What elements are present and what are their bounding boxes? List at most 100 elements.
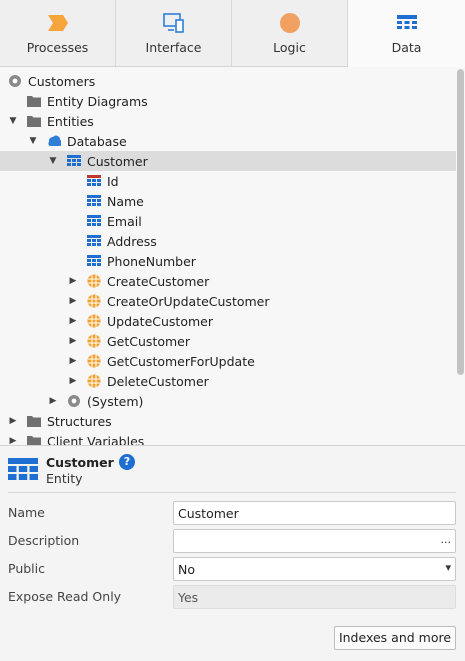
- collapse-arrow-icon[interactable]: ▶: [68, 371, 78, 391]
- entity-icon: [8, 458, 38, 480]
- name-input[interactable]: Customer: [173, 501, 456, 525]
- tree-item-attribute-address[interactable]: Address: [0, 231, 456, 251]
- attribute-icon: [87, 194, 101, 208]
- folder-icon: [27, 94, 41, 108]
- tree-item-attribute-name[interactable]: Name: [0, 191, 456, 211]
- entity-action-icon: [87, 314, 101, 328]
- tree-item-label: Structures: [47, 413, 112, 429]
- module-icon: [8, 74, 22, 88]
- tree-item-label: UpdateCustomer: [107, 313, 213, 329]
- tree-item-client-variables[interactable]: ▶ Client Variables: [0, 431, 456, 445]
- tree-item-action-updatecustomer[interactable]: ▶ UpdateCustomer: [0, 311, 456, 331]
- property-label: Expose Read Only: [8, 589, 122, 604]
- tree-item-label: Database: [67, 133, 127, 149]
- properties-header: Customer ? Entity: [8, 454, 448, 488]
- collapse-arrow-icon[interactable]: ▶: [68, 351, 78, 371]
- expand-arrow-icon[interactable]: ▼: [28, 131, 38, 151]
- collapse-arrow-icon[interactable]: ▶: [48, 391, 58, 411]
- attribute-icon: [87, 234, 101, 248]
- expose-read-only-value: Yes: [178, 590, 199, 605]
- tree-item-attribute-email[interactable]: Email: [0, 211, 456, 231]
- tree-item-entities[interactable]: ▼ Entities: [0, 111, 456, 131]
- logic-icon: [279, 13, 300, 33]
- folder-icon: [27, 434, 41, 445]
- tree-item-label: Entity Diagrams: [47, 93, 148, 109]
- entity-action-icon: [87, 354, 101, 368]
- tree-item-label: Id: [107, 173, 119, 189]
- tab-logic[interactable]: Logic: [232, 0, 348, 66]
- entity-action-icon: [87, 274, 101, 288]
- interface-icon: [162, 13, 184, 33]
- expand-arrow-icon[interactable]: ▼: [8, 111, 18, 131]
- folder-icon: [27, 114, 41, 128]
- tree-item-database[interactable]: ▼ Database: [0, 131, 456, 151]
- tree-item-label: Customers: [28, 73, 96, 89]
- public-select[interactable]: No ▾: [173, 557, 456, 581]
- properties-title: Customer: [46, 455, 114, 470]
- tree-item-label: Email: [107, 213, 142, 229]
- expose-read-only-field: Yes: [173, 585, 456, 609]
- collapse-arrow-icon[interactable]: ▶: [8, 411, 18, 431]
- tree-item-action-getcustomerforupdate[interactable]: ▶ GetCustomerForUpdate: [0, 351, 456, 371]
- tab-label: Data: [391, 40, 422, 55]
- tree-item-label: DeleteCustomer: [107, 373, 209, 389]
- help-icon[interactable]: ?: [119, 454, 135, 470]
- tree-item-action-getcustomer[interactable]: ▶ GetCustomer: [0, 331, 456, 351]
- tree-item-label: GetCustomerForUpdate: [107, 353, 255, 369]
- tree-item-label: CreateCustomer: [107, 273, 210, 289]
- expand-arrow-icon[interactable]: ▼: [48, 151, 58, 171]
- tab-data[interactable]: Data: [348, 0, 465, 67]
- tab-label: Processes: [26, 40, 89, 55]
- tree-item-action-deletecustomer[interactable]: ▶ DeleteCustomer: [0, 371, 456, 391]
- tab-label: Interface: [145, 40, 202, 55]
- data-tree: Customers Entity Diagrams ▼ Entities ▼ D…: [0, 67, 465, 445]
- tab-label: Logic: [273, 40, 306, 55]
- property-label: Name: [8, 505, 45, 520]
- collapse-arrow-icon[interactable]: ▶: [68, 291, 78, 311]
- processes-icon: [47, 15, 68, 31]
- divider: [8, 492, 456, 493]
- tree-item-label: Client Variables: [47, 433, 145, 446]
- tab-bar: Processes Interface Logic Data: [0, 0, 465, 67]
- description-input[interactable]: ...: [173, 529, 456, 553]
- tree-item-label: Address: [107, 233, 157, 249]
- tree-item-attribute-phonenumber[interactable]: PhoneNumber: [0, 251, 456, 271]
- tree-item-action-createcustomer[interactable]: ▶ CreateCustomer: [0, 271, 456, 291]
- tree-item-customer[interactable]: ▼ Customer: [0, 151, 456, 171]
- name-value: Customer: [178, 506, 239, 521]
- ellipsis-button[interactable]: ...: [441, 533, 452, 546]
- tree-item-label: CreateOrUpdateCustomer: [107, 293, 270, 309]
- indexes-and-more-button[interactable]: Indexes and more: [334, 626, 456, 650]
- tab-interface[interactable]: Interface: [116, 0, 232, 66]
- tree-item-label: (System): [87, 393, 144, 409]
- property-description: Description ...: [8, 529, 456, 553]
- collapse-arrow-icon[interactable]: ▶: [68, 331, 78, 351]
- property-label: Public: [8, 561, 45, 576]
- property-expose-read-only: Expose Read Only Yes: [8, 585, 456, 609]
- folder-icon: [27, 414, 41, 428]
- tab-processes[interactable]: Processes: [0, 0, 116, 66]
- collapse-arrow-icon[interactable]: ▶: [68, 271, 78, 291]
- system-module-icon: [67, 394, 81, 408]
- property-name: Name Customer: [8, 501, 456, 525]
- collapse-arrow-icon[interactable]: ▶: [8, 431, 18, 445]
- tree-item-system[interactable]: ▶ (System): [0, 391, 456, 411]
- property-public: Public No ▾: [8, 557, 456, 581]
- tree-item-attribute-id[interactable]: Id: [0, 171, 456, 191]
- properties-subtitle: Entity: [46, 471, 83, 486]
- tree-item-structures[interactable]: ▶ Structures: [0, 411, 456, 431]
- tree-item-label: Customer: [87, 153, 148, 169]
- public-value: No: [178, 562, 195, 577]
- attribute-icon: [87, 254, 101, 268]
- tree-item-label: Entities: [47, 113, 94, 129]
- tree-item-customers[interactable]: Customers: [0, 71, 456, 91]
- entity-action-icon: [87, 334, 101, 348]
- tree-item-entity-diagrams[interactable]: Entity Diagrams: [0, 91, 456, 111]
- identifier-attribute-icon: [87, 174, 101, 188]
- tree-scrollbar[interactable]: [457, 69, 464, 375]
- collapse-arrow-icon[interactable]: ▶: [68, 311, 78, 331]
- tree-item-action-createorupdatecustomer[interactable]: ▶ CreateOrUpdateCustomer: [0, 291, 456, 311]
- database-icon: [47, 134, 61, 148]
- tree-item-label: PhoneNumber: [107, 253, 196, 269]
- tree-item-label: Name: [107, 193, 144, 209]
